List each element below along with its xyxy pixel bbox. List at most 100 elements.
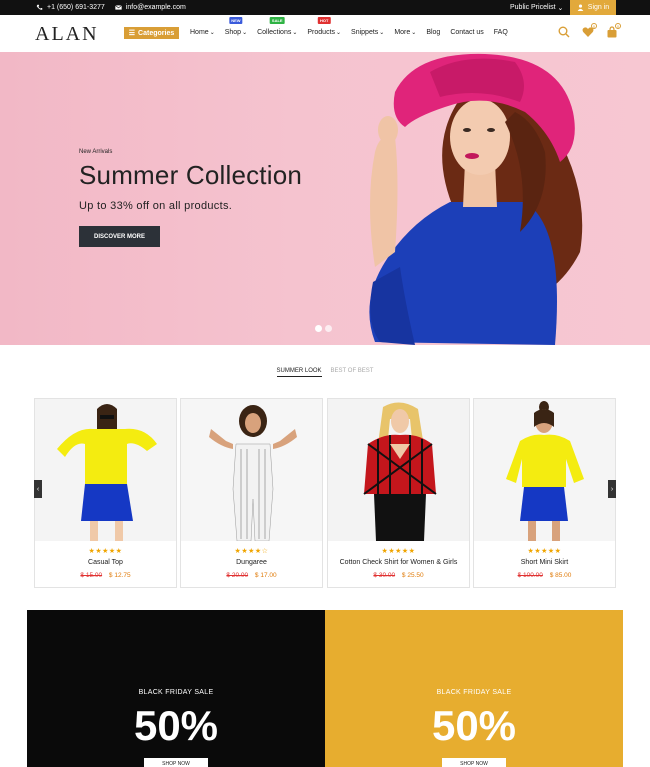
site-logo[interactable]: ALAN (35, 23, 99, 46)
discover-more-button[interactable]: DISCOVER MORE (79, 226, 160, 247)
carousel-next-button[interactable]: › (608, 480, 616, 498)
product-image[interactable] (328, 399, 469, 541)
chevron-left-icon: ‹ (36, 485, 40, 493)
product-card[interactable]: ★★★★☆ Dungaree $ 20.00 $ 17.00 (180, 398, 323, 588)
product-image[interactable] (35, 399, 176, 541)
nav-label: Contact us (450, 29, 484, 36)
sign-in-button[interactable]: Sign in (570, 0, 616, 15)
tab-best-of-best[interactable]: BEST OF BEST (331, 368, 374, 377)
sale-price: $ 85.00 (549, 572, 572, 579)
cart-button[interactable]: 0 (606, 23, 621, 38)
product-price: $ 30.00 $ 25.50 (328, 572, 469, 579)
pricelist-dropdown[interactable]: Public Pricelist ⌄ (510, 0, 563, 15)
chevron-down-icon: ⌄ (242, 30, 248, 36)
product-price: $ 100.00 $ 85.00 (474, 572, 615, 579)
product-price: $ 15.00 $ 12.75 (35, 572, 176, 579)
new-badge: NEW (229, 17, 243, 24)
rating-stars: ★★★★★ (527, 548, 562, 555)
nav-item-products[interactable]: HOT Products⌄ (307, 17, 341, 36)
old-price: $ 15.00 (80, 572, 103, 579)
sale-price: $ 12.75 (108, 572, 131, 579)
header-icons: 0 0 (558, 23, 621, 38)
search-button[interactable] (558, 25, 570, 38)
sale-badge: SALE (269, 17, 285, 24)
promo-percent: 50% (431, 702, 517, 749)
nav-label: Collections (257, 29, 292, 36)
nav-item-snippets[interactable]: Snippets⌄ (351, 29, 384, 36)
old-price: $ 100.00 (517, 572, 543, 579)
main-header: ALAN ☰ Categories Home⌄ NEW Shop⌄ SALE Col… (0, 15, 650, 52)
search-icon (558, 26, 570, 38)
slider-dots (315, 325, 332, 332)
categories-label: Categories (138, 29, 175, 37)
product-image[interactable] (181, 399, 322, 541)
main-nav: Home⌄ NEW Shop⌄ SALE Collections⌄ HOT Produ… (190, 17, 518, 36)
nav-item-blog[interactable]: Blog (426, 29, 440, 36)
nav-item-more[interactable]: More⌄ (394, 29, 416, 36)
old-price: $ 20.00 (226, 572, 249, 579)
nav-label: Home (190, 29, 209, 36)
chevron-right-icon: › (610, 485, 614, 493)
nav-label: Blog (426, 29, 441, 36)
sign-in-label: Sign in (587, 4, 610, 11)
product-carousel: ★★★★★ Casual Top $ 15.00 $ 12.75 ★★★★☆ D… (34, 398, 616, 588)
nav-item-shop[interactable]: NEW Shop⌄ (224, 17, 248, 36)
product-name[interactable]: Casual Top (35, 559, 176, 566)
rating-stars: ★★★★☆ (234, 548, 269, 555)
product-name[interactable]: Dungaree (181, 559, 322, 566)
product-name[interactable]: Cotton Check Shirt for Women & Girls (328, 559, 469, 566)
chevron-down-icon: ⌄ (411, 30, 417, 36)
old-price: $ 30.00 (373, 572, 396, 579)
rating-stars: ★★★★★ (88, 548, 123, 555)
hot-badge: HOT (317, 17, 331, 24)
product-image[interactable] (474, 399, 615, 541)
tab-summer-look[interactable]: SUMMER LOOK (276, 368, 322, 377)
promo-banner-black: BLACK FRIDAY SALE 50% SHOP NOW (27, 610, 325, 767)
top-bar: +1 (650) 691-3277 info@example.com Publi… (0, 0, 650, 15)
hero-subtitle: Up to 33% off on all products. (79, 200, 233, 212)
cart-count: 0 (615, 23, 621, 29)
chevron-down-icon: ⌄ (557, 4, 564, 12)
slider-dot[interactable] (325, 325, 332, 332)
promo-title: BLACK FRIDAY SALE (436, 689, 512, 696)
chevron-down-icon: ⌄ (292, 30, 298, 36)
phone-link[interactable]: +1 (650) 691-3277 (36, 4, 105, 11)
nav-label: FAQ (493, 29, 508, 36)
wishlist-count: 0 (591, 23, 597, 29)
chevron-down-icon: ⌄ (209, 30, 215, 36)
nav-item-collections[interactable]: SALE Collections⌄ (257, 17, 298, 36)
promo-banner-gold: BLACK FRIDAY SALE 50% SHOP NOW (325, 610, 623, 767)
nav-label: Products (307, 29, 336, 36)
shop-now-button[interactable]: SHOP NOW (144, 758, 208, 767)
product-name[interactable]: Short Mini Skirt (474, 559, 615, 566)
slider-dot[interactable] (315, 325, 322, 332)
email-address: info@example.com (125, 4, 186, 11)
categories-button[interactable]: ☰ Categories (124, 27, 179, 39)
nav-label: More (394, 29, 411, 36)
nav-label: Shop (224, 29, 242, 36)
nav-item-home[interactable]: Home⌄ (190, 29, 215, 36)
pricelist-label: Public Pricelist (510, 4, 556, 11)
user-icon (577, 4, 584, 11)
nav-label: Snippets (351, 29, 379, 36)
nav-item-contact[interactable]: Contact us (450, 29, 483, 36)
menu-icon: ☰ (128, 30, 136, 37)
contact-info: +1 (650) 691-3277 info@example.com (36, 0, 186, 15)
shop-now-button[interactable]: SHOP NOW (442, 758, 506, 767)
email-link[interactable]: info@example.com (114, 4, 186, 11)
product-card[interactable]: ★★★★★ Cotton Check Shirt for Women & Gir… (327, 398, 470, 588)
phone-number: +1 (650) 691-3277 (47, 4, 105, 11)
carousel-prev-button[interactable]: ‹ (34, 480, 42, 498)
promo-title: BLACK FRIDAY SALE (138, 689, 214, 696)
phone-icon (36, 4, 43, 10)
wishlist-button[interactable]: 0 (582, 23, 597, 37)
product-price: $ 20.00 $ 17.00 (181, 572, 322, 579)
sale-price: $ 17.00 (254, 572, 277, 579)
product-card[interactable]: ★★★★★ Casual Top $ 15.00 $ 12.75 (34, 398, 177, 588)
product-tabs: SUMMER LOOK BEST OF BEST (0, 368, 650, 377)
promo-percent: 50% (133, 702, 219, 749)
hero-model-image (369, 53, 583, 345)
envelope-icon (114, 5, 122, 10)
product-card[interactable]: ★★★★★ Short Mini Skirt $ 100.00 $ 85.00 (473, 398, 616, 588)
nav-item-faq[interactable]: FAQ (494, 29, 508, 36)
